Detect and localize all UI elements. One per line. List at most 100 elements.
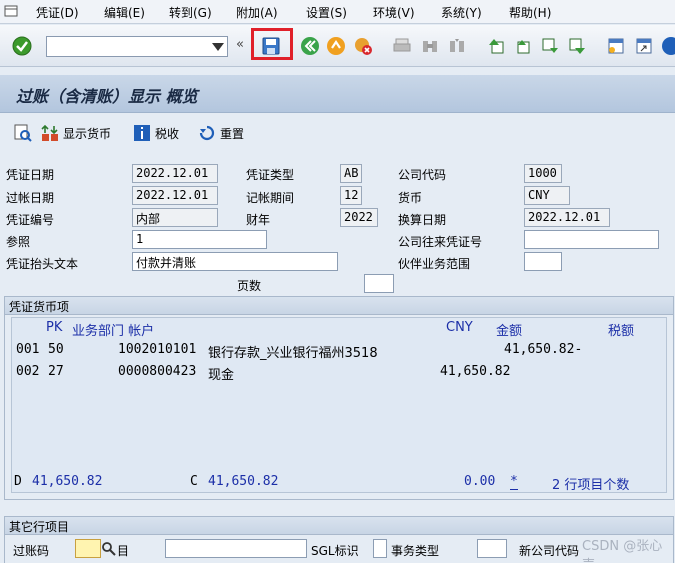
info-icon <box>134 125 150 141</box>
header-text-label: 凭证抬头文本 <box>6 257 79 271</box>
sgl-indicator-field[interactable] <box>373 539 387 558</box>
row-account-name: 银行存款_兴业银行福州3518 <box>208 346 378 361</box>
exit-icon[interactable] <box>326 36 346 56</box>
reset-button[interactable]: 重置 <box>198 123 244 143</box>
new-company-code-label: 新公司代码 <box>519 544 580 558</box>
company-code-label: 公司代码 <box>398 168 447 182</box>
menu-help[interactable]: 帮助(H) <box>509 4 551 21</box>
fiscal-year-label: 财年 <box>246 213 271 227</box>
partner-business-area-field[interactable] <box>524 252 562 271</box>
row-account[interactable]: 1002010101 <box>118 342 196 357</box>
posting-date-label: 过帐日期 <box>6 191 55 205</box>
search-help-icon[interactable] <box>101 541 117 557</box>
first-page-icon[interactable] <box>486 36 506 56</box>
document-date-field[interactable]: 2022.12.01 <box>132 164 218 183</box>
row-posting-key: 27 <box>48 364 64 379</box>
line-item-count: 2 行项目个数 <box>552 478 630 493</box>
reset-arrow-icon <box>199 125 215 141</box>
reference-field[interactable]: 1 <box>132 230 267 249</box>
collapse-chevron-icon[interactable]: « <box>236 37 244 52</box>
display-currency-button[interactable]: 显示货币 <box>41 123 111 143</box>
next-page-icon[interactable] <box>540 36 560 56</box>
menu-document[interactable]: 凭证(D) <box>36 4 79 21</box>
shortcut-icon[interactable] <box>634 36 654 56</box>
cancel-icon[interactable] <box>353 36 373 56</box>
document-date-label: 凭证日期 <box>6 168 55 182</box>
col-header-amount: 金额 <box>496 324 523 339</box>
magnifier-document-icon <box>14 124 32 142</box>
save-highlight-box <box>251 28 293 60</box>
last-page-icon[interactable] <box>567 36 587 56</box>
line-items-list: PK 业务部门 帐户 CNY 金额 税额 001 50 1002010101 银… <box>11 317 667 493</box>
menu-bar: 凭证(D) 编辑(E) 转到(G) 附加(A) 设置(S) 环境(V) 系统(Y… <box>0 0 675 24</box>
intercompany-number-label: 公司往来凭证号 <box>398 235 483 249</box>
row-account[interactable]: 0000800423 <box>118 364 196 379</box>
account-field[interactable] <box>165 539 307 558</box>
posting-date-field[interactable]: 2022.12.01 <box>132 186 218 205</box>
other-line-item-group-title: 其它行项目 <box>5 517 673 535</box>
menu-goto[interactable]: 转到(G) <box>169 4 212 21</box>
posting-key-label: 过账码 <box>13 544 50 558</box>
partner-business-area-label: 伙伴业务范围 <box>398 257 471 271</box>
menu-settings[interactable]: 设置(S) <box>306 4 347 21</box>
translation-date-field[interactable]: 2022.12.01 <box>524 208 610 227</box>
header-text-field[interactable]: 付款并清账 <box>132 252 338 271</box>
reference-label: 参照 <box>6 235 31 249</box>
translation-date-label: 换算日期 <box>398 213 447 227</box>
title-bar: 过账（含清账）显示 概览 <box>0 75 675 113</box>
pages-label: 页数 <box>237 279 262 293</box>
overview-button[interactable] <box>14 123 32 143</box>
row-number: 001 <box>16 342 40 357</box>
print-icon[interactable] <box>392 36 412 56</box>
watermark: CSDN @张心声 <box>582 539 663 563</box>
company-code-field[interactable]: 1000 <box>524 164 562 183</box>
row-debit-amount: 41,650.82 <box>440 364 511 379</box>
transaction-type-field[interactable] <box>477 539 507 558</box>
back-icon[interactable] <box>300 36 320 56</box>
sgl-indicator-label: SGL标识 <box>311 544 359 558</box>
document-number-label: 凭证编号 <box>6 213 55 227</box>
menu-system[interactable]: 系统(Y) <box>441 4 482 21</box>
currency-label: 货币 <box>398 191 423 205</box>
help-icon[interactable] <box>661 36 675 56</box>
row-posting-key: 50 <box>48 342 64 357</box>
tax-button[interactable]: 税收 <box>133 123 179 143</box>
system-menu-icon[interactable] <box>4 4 18 18</box>
debit-total-value: 41,650.82 <box>32 474 103 489</box>
intercompany-number-field[interactable] <box>524 230 659 249</box>
balance-status: * <box>510 474 518 490</box>
page-title: 过账（含清账）显示 概览 <box>16 87 198 106</box>
enter-check-icon[interactable] <box>12 36 32 56</box>
row-number: 002 <box>16 364 40 379</box>
col-header-pk: PK <box>46 320 63 335</box>
debit-total-label: D <box>14 474 22 489</box>
account-label: 目 <box>117 544 130 558</box>
currency-field[interactable]: CNY <box>524 186 570 205</box>
command-dropdown-icon[interactable] <box>212 43 224 51</box>
previous-page-icon[interactable] <box>512 36 532 56</box>
document-number-field[interactable]: 内部 <box>132 208 218 227</box>
posting-key-field[interactable] <box>75 539 101 558</box>
menu-edit[interactable]: 编辑(E) <box>104 4 145 21</box>
posting-period-field[interactable]: 12 <box>340 186 362 205</box>
fiscal-year-field[interactable]: 2022 <box>340 208 378 227</box>
find-icon[interactable] <box>420 36 440 56</box>
application-toolbar: 显示货币 税收 重置 <box>0 115 675 149</box>
command-field[interactable] <box>46 36 228 57</box>
display-currency-label: 显示货币 <box>63 126 112 141</box>
menu-environment[interactable]: 环境(V) <box>373 4 415 21</box>
standard-toolbar: « <box>0 25 675 67</box>
col-header-tax: 税额 <box>608 324 635 339</box>
new-session-icon[interactable] <box>606 36 626 56</box>
reset-label: 重置 <box>220 126 245 141</box>
menu-extras[interactable]: 附加(A) <box>236 4 278 21</box>
credit-total-label: C <box>190 474 198 489</box>
credit-total-value: 41,650.82 <box>208 474 279 489</box>
find-next-icon[interactable] <box>447 36 467 56</box>
currency-arrows-icon <box>41 124 58 141</box>
row-account-name: 现金 <box>208 368 235 383</box>
balance-value: 0.00 <box>464 474 496 489</box>
col-header-ba-account: 业务部门 帐户 <box>72 324 155 339</box>
pages-field[interactable] <box>364 274 394 293</box>
document-type-field[interactable]: AB <box>340 164 362 183</box>
